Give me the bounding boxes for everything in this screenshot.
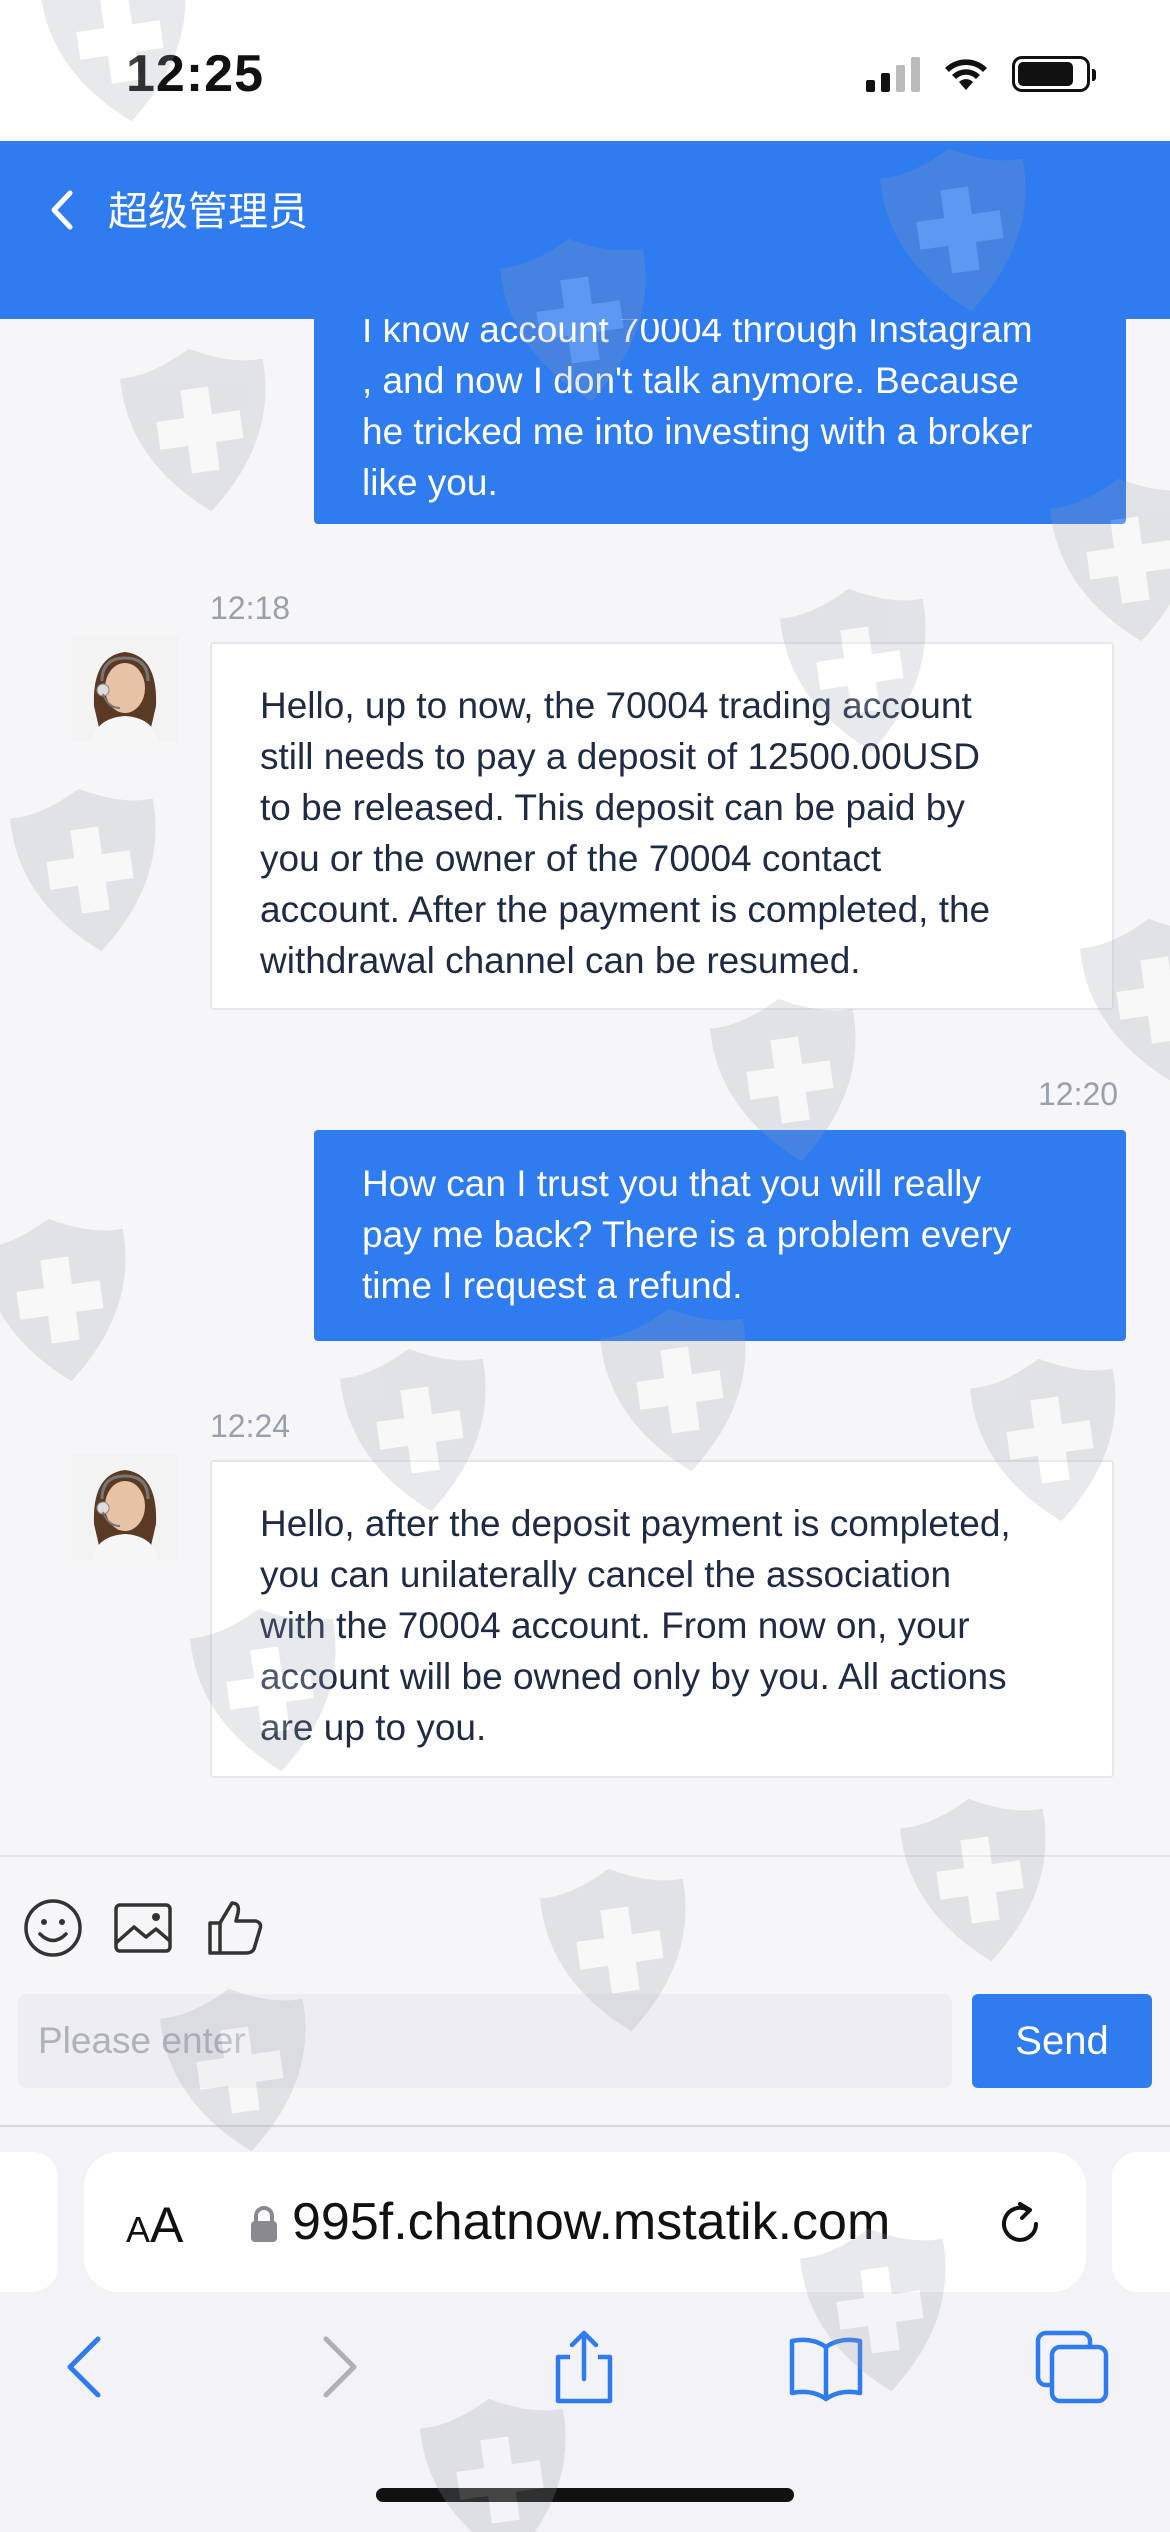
battery-icon	[1012, 56, 1096, 92]
image-icon[interactable]	[112, 1897, 174, 1959]
message-time: 12:20	[1038, 1076, 1119, 1112]
home-indicator	[376, 2488, 794, 2502]
lock-icon	[251, 2206, 277, 2242]
status-time: 12:25	[126, 45, 264, 103]
reload-icon[interactable]	[992, 2196, 1048, 2252]
previous-tab-preview[interactable]	[0, 2152, 58, 2292]
thumbs-up-icon[interactable]	[204, 1897, 266, 1959]
back-icon[interactable]	[46, 2327, 126, 2407]
url-text: 995f.chatnow.mstatik.com	[292, 2193, 891, 2251]
message-line: with the 70004 account. From now on, you…	[260, 1605, 970, 1646]
message-line: like you.	[362, 462, 498, 503]
browser-toolbar: AA 995f.chatnow.mstatik.com	[0, 2125, 1170, 2532]
message-line: How can I trust you that you will really	[362, 1163, 981, 1204]
chat-header: 超级管理员	[0, 141, 1170, 319]
message-line: you can unilaterally cancel the associat…	[260, 1554, 952, 1595]
send-button[interactable]: Send	[972, 1994, 1152, 2088]
incoming-message: Hello, after the deposit payment is comp…	[210, 1460, 1114, 1778]
incoming-message: Hello, up to now, the 70004 trading acco…	[210, 642, 1114, 1010]
bookmarks-icon[interactable]	[786, 2327, 866, 2407]
message-line: Hello, up to now, the 70004 trading acco…	[260, 685, 972, 726]
message-input[interactable]	[18, 1994, 952, 2088]
message-line: he tricked me into investing with a brok…	[362, 411, 1033, 452]
message-line: I know account 70004 through Instagram	[362, 319, 1033, 350]
message-time: 12:24	[210, 1408, 291, 1444]
message-line: account. After the payment is completed,…	[260, 889, 991, 930]
emoji-icon[interactable]	[22, 1897, 84, 1959]
message-line: are up to you.	[260, 1707, 487, 1748]
message-line: still needs to pay a deposit of 12500.00…	[260, 736, 980, 777]
message-line: time I request a refund.	[362, 1265, 743, 1306]
message-line: account will be owned only by you. All a…	[260, 1656, 1007, 1697]
message-composer: Send	[0, 1855, 1170, 2125]
status-icons	[866, 56, 1096, 92]
chat-messages[interactable]: I know account 70004 through Instagram ,…	[0, 319, 1170, 1855]
tabs-icon[interactable]	[1032, 2327, 1112, 2407]
message-line: to be released. This deposit can be paid…	[260, 787, 965, 828]
outgoing-message: How can I trust you that you will really…	[314, 1130, 1126, 1341]
back-chevron-icon[interactable]	[38, 175, 88, 245]
next-tab-preview[interactable]	[1112, 2152, 1170, 2292]
outgoing-message: I know account 70004 through Instagram ,…	[314, 319, 1126, 524]
agent-avatar	[72, 636, 178, 742]
wifi-icon	[945, 59, 987, 90]
forward-icon[interactable]	[298, 2327, 378, 2407]
message-line: pay me back? There is a problem every	[362, 1214, 1012, 1255]
share-icon[interactable]	[544, 2327, 624, 2407]
address-bar[interactable]: AA 995f.chatnow.mstatik.com	[84, 2152, 1086, 2292]
signal-icon	[866, 56, 920, 92]
agent-avatar	[72, 1454, 178, 1560]
message-line: , and now I don't talk anymore. Because	[362, 360, 1020, 401]
message-time: 12:18	[210, 590, 291, 626]
message-line: withdrawal channel can be resumed.	[260, 940, 861, 981]
reader-settings-button[interactable]: AA	[126, 2196, 183, 2254]
status-bar: 12:25	[0, 0, 1170, 141]
chat-title: 超级管理员	[108, 190, 308, 234]
message-line: Hello, after the deposit payment is comp…	[260, 1503, 1011, 1544]
message-line: you or the owner of the 70004 contact	[260, 838, 882, 879]
